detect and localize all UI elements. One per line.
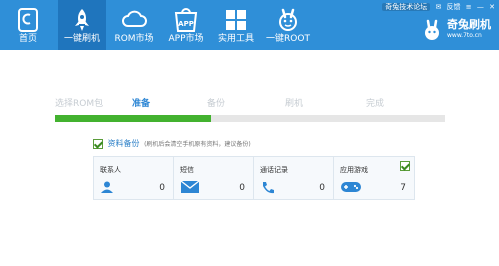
nav-rom-market-label: ROM市场 [114,34,154,44]
flash-progress-bar [55,115,445,122]
flash-steps: 选择ROM包 准备 备份 刷机 完成 [55,96,445,109]
nav-app-market-label: APP市场 [168,34,204,44]
backup-categories: 联系人 0 短信 0 通话记录 0 应用游戏 7 [93,156,415,200]
flash-progress-fill [55,115,211,122]
card-sms[interactable]: 短信 0 [174,157,254,199]
bunny-logo-icon [425,19,439,40]
card-apps-games[interactable]: 应用游戏 7 [334,157,414,199]
backup-option[interactable]: 资料备份 (刷机后会清空手机原有资料，建议备份) [93,138,251,149]
step-flash: 刷机 [285,99,304,109]
home-icon [18,8,38,32]
step-prepare: 准备 [132,99,151,109]
card-call-log-title: 通话记录 [260,166,288,174]
app-store-icon: APP [174,8,198,32]
nav-app-market[interactable]: APP APP市场 [162,0,210,50]
minimize-icon[interactable]: — [477,3,484,11]
cloud-icon [122,10,147,27]
brand-url: www.7to.cn [447,32,482,39]
forum-link[interactable]: 奇兔技术论坛 [382,3,431,11]
phone-call-icon [263,182,274,194]
card-apps-games-count: 7 [400,183,406,193]
contacts-icon [101,181,113,193]
backup-label: 资料备份 [107,139,140,148]
step-complete: 完成 [366,99,385,109]
nav-rom-market[interactable]: ROM市场 [110,0,158,50]
root-bunny-icon [279,8,297,31]
nav-one-click-flash-label: 一键刷机 [63,34,100,44]
svg-text:APP: APP [178,20,194,28]
apps-games-checkbox[interactable] [400,161,410,171]
step-select-rom: 选择ROM包 [55,99,104,109]
nav-one-click-root-label: 一键ROOT [266,34,310,44]
feedback-link[interactable]: 反馈 [447,3,461,11]
nav-one-click-flash[interactable]: 一键刷机 [58,0,106,50]
nav-tools-label: 实用工具 [217,34,254,44]
nav-home[interactable]: 首页 [6,0,50,50]
card-call-log[interactable]: 通话记录 0 [254,157,334,199]
card-sms-title: 短信 [180,166,194,174]
card-call-log-count: 0 [319,183,325,193]
rocket-icon [75,9,89,31]
close-icon[interactable]: ✕ [489,3,495,11]
sms-envelope-icon [180,180,200,193]
nav-one-click-root[interactable]: 一键ROOT [262,0,314,50]
tools-grid-icon [226,10,246,30]
card-contacts[interactable]: 联系人 0 [94,157,174,199]
brand: 奇兔刷机 www.7to.cn [425,18,491,40]
step-backup: 备份 [207,99,226,109]
feedback-icon[interactable]: ✉ [435,3,441,11]
gamepad-icon [341,182,361,192]
card-sms-count: 0 [239,183,245,193]
top-toolbar: 首页 一键刷机 ROM市场 APP APP市场 实用工具 一键ROOT 奇兔技术… [0,0,499,50]
backup-note: (刷机后会清空手机原有资料，建议备份) [144,141,251,148]
top-links: 奇兔技术论坛 ✉ 反馈 ≡ — ✕ [379,2,495,12]
nav-home-label: 首页 [18,34,37,44]
card-contacts-count: 0 [159,183,165,193]
brand-name: 奇兔刷机 [447,18,491,31]
backup-checkbox[interactable] [93,138,103,149]
menu-icon[interactable]: ≡ [466,3,472,11]
nav-tools[interactable]: 实用工具 [214,0,258,50]
card-contacts-title: 联系人 [100,166,121,174]
card-apps-games-title: 应用游戏 [340,166,368,174]
